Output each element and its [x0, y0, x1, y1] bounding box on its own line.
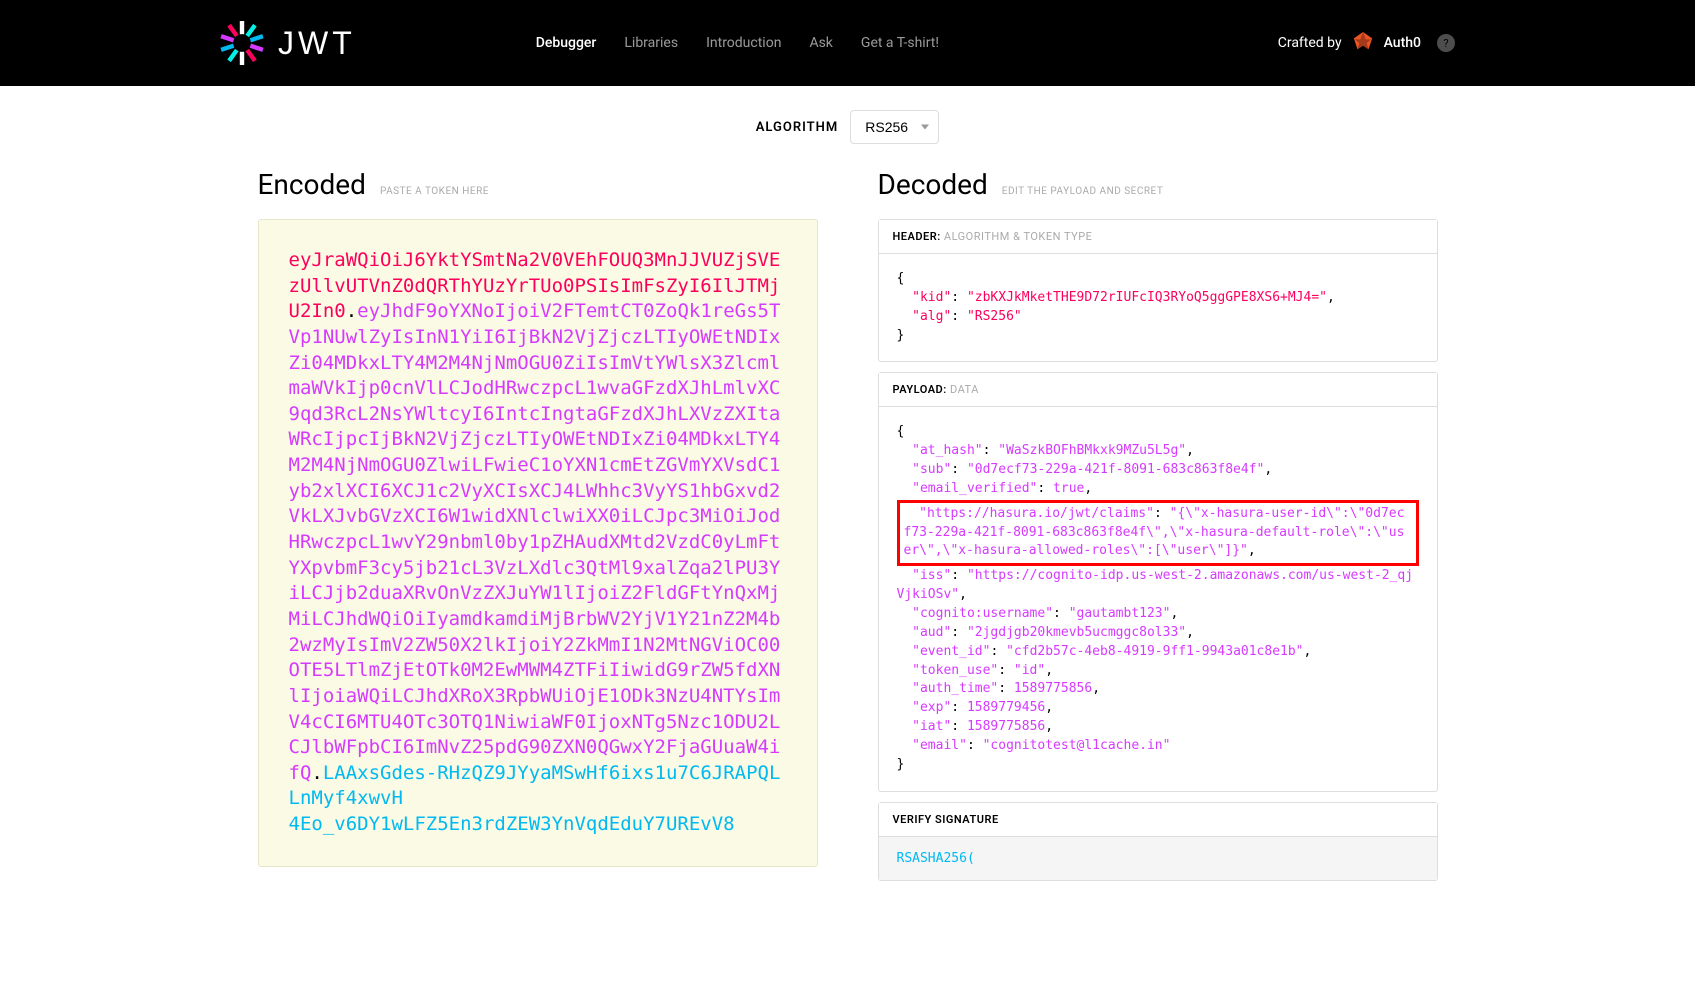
auth0-text[interactable]: Auth0 [1384, 35, 1421, 51]
verify-signature-box: VERIFY SIGNATURE RSASHA256( [878, 802, 1438, 881]
encoded-token-input[interactable]: eyJraWQiOiJ6YktYSmtNa2V0VEhFOUQ3MnJJVUZj… [258, 219, 818, 867]
decoded-subtitle: EDIT THE PAYLOAD AND SECRET [1002, 186, 1164, 197]
token-signature-part: LAAxsGdes-RHzQZ9JYyaMSwHf6ixs1u7C6JRAPQL… [289, 762, 781, 810]
verify-signature-body[interactable]: RSASHA256( [879, 837, 1437, 880]
decoded-header-box: HEADER: ALGORITHM & TOKEN TYPE { "kid": … [878, 219, 1438, 362]
top-header: JWT Debugger Libraries Introduction Ask … [0, 0, 1695, 86]
nav-tshirt[interactable]: Get a T-shirt! [861, 35, 939, 51]
nav-ask[interactable]: Ask [809, 35, 832, 51]
encoded-column: Encoded PASTE A TOKEN HERE eyJraWQiOiJ6Y… [258, 168, 818, 881]
nav-libraries[interactable]: Libraries [624, 35, 678, 51]
decoded-column: Decoded EDIT THE PAYLOAD AND SECRET HEAD… [878, 168, 1438, 881]
nav-introduction[interactable]: Introduction [706, 35, 781, 51]
encoded-subtitle: PASTE A TOKEN HERE [380, 186, 489, 197]
decoded-payload-body[interactable]: { "at_hash": "WaSzkBOFhBMkxk9MZu5L5g", "… [879, 407, 1437, 790]
decoded-header-label: HEADER: ALGORITHM & TOKEN TYPE [879, 220, 1437, 254]
token-payload-part: eyJhdF9oYXNoIjoiV2FTemtCT0ZoQk1reGs5TVp1… [289, 300, 781, 784]
help-icon[interactable]: ? [1437, 34, 1455, 52]
token-signature-part2: 4Eo_v6DY1wLFZ5En3rdZEW3YnVqdEduY7UREvV8 [289, 813, 735, 835]
token-dot: . [311, 762, 322, 784]
hasura-claims-highlight: "https://hasura.io/jwt/claims": "{\"x-ha… [897, 500, 1419, 567]
decoded-header-body[interactable]: { "kid": "zbKXJkMketTHE9D72rIUFcIQ3RYoQ5… [879, 254, 1437, 361]
jwt-logo-text: JWT [278, 25, 356, 62]
algorithm-select[interactable]: RS256 [850, 110, 939, 144]
decoded-payload-box: PAYLOAD: DATA { "at_hash": "WaSzkBOFhBMk… [878, 372, 1438, 791]
jwt-logo[interactable]: JWT [220, 21, 356, 65]
auth0-logo-icon[interactable] [1352, 32, 1374, 54]
main-nav: Debugger Libraries Introduction Ask Get … [536, 35, 939, 51]
jwt-logo-icon [220, 21, 264, 65]
decoded-title: Decoded [878, 168, 988, 201]
algorithm-row: ALGORITHM RS256 [0, 86, 1695, 168]
crafted-by-label: Crafted by [1278, 35, 1342, 51]
algorithm-label: ALGORITHM [756, 120, 839, 135]
token-dot: . [346, 300, 357, 322]
nav-debugger[interactable]: Debugger [536, 35, 597, 51]
decoded-payload-label: PAYLOAD: DATA [879, 373, 1437, 407]
verify-signature-label: VERIFY SIGNATURE [879, 803, 1437, 837]
encoded-title: Encoded [258, 168, 366, 201]
